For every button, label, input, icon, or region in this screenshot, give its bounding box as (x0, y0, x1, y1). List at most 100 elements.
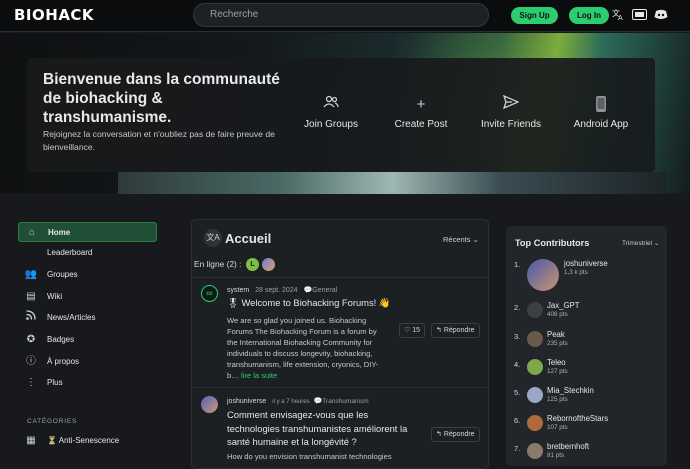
contributor-name: Mia_Stechkin (547, 386, 594, 395)
users-icon: 👥 (24, 269, 38, 280)
reply-button[interactable]: ↰ Répondre (431, 427, 480, 442)
post-category[interactable]: Transhumanism (322, 398, 368, 405)
plus-icon: + (416, 96, 426, 113)
invite-friends-label: Invite Friends (480, 119, 542, 130)
feed-title: Accueil (225, 231, 272, 246)
join-groups-button[interactable]: Join Groups (300, 95, 362, 130)
home-icon: ⌂ (28, 227, 36, 238)
hero-subtitle: Rejoignez la conversation et n'oubliez p… (43, 129, 275, 152)
contributor-row[interactable]: 5. Mia_Stechkin 125 pts (514, 386, 654, 407)
comment-icon: 💬 (303, 287, 313, 294)
categories-heading: CATÉGORIES (27, 418, 78, 425)
sidebar-item-label: Wiki (47, 292, 63, 301)
avatar[interactable]: L (246, 258, 259, 271)
rss-icon (24, 308, 38, 328)
join-groups-label: Join Groups (304, 119, 358, 130)
contributor-name: Jax_GPT (547, 301, 580, 310)
contributor-rank: 5. (514, 388, 521, 397)
reply-label: Répondre (443, 431, 475, 438)
post-date: il y a 7 heures (272, 399, 310, 405)
chevron-down-icon: ⌄ (652, 240, 660, 247)
like-button[interactable]: ♡ 15 (399, 323, 426, 338)
contributor-row[interactable]: 2. Jax_GPT 408 pts (514, 301, 654, 322)
more-icon: ⋮ (26, 377, 36, 388)
sort-dropdown[interactable]: Récents ⌄ (443, 235, 479, 244)
contributor-points: 235 pts (547, 340, 568, 347)
sidebar-item-wiki[interactable]: ▤ Wiki (18, 287, 157, 307)
sidebar-item-news[interactable]: News/Articles (18, 308, 157, 328)
sidebar-item-more[interactable]: ⋮ Plus (18, 373, 157, 393)
post-author[interactable]: joshuniverse (227, 398, 266, 405)
contributor-name: RebornoftheStars (547, 414, 609, 423)
hero-decoration (118, 172, 666, 194)
sidebar-item-badges[interactable]: ✪ Badges (18, 330, 157, 350)
avatar (527, 387, 543, 403)
divider (192, 277, 488, 278)
login-button[interactable]: Log In (569, 7, 609, 24)
android-app-label: Android App (573, 119, 629, 130)
android-app-button[interactable]: Android App (570, 95, 632, 130)
reply-label: Répondre (443, 327, 475, 334)
contributors-title: Top Contributors (515, 238, 590, 248)
post-author[interactable]: system (227, 287, 249, 294)
sidebar-item-about[interactable]: ⓘ À propos (18, 352, 157, 372)
comment-icon: 💬 (313, 398, 323, 405)
info-icon: ⓘ (26, 356, 36, 367)
contributor-points: 408 pts (547, 311, 568, 318)
post-meta: joshuniverse il y a 7 heures 💬Transhuman… (227, 397, 369, 405)
contributor-rank: 2. (514, 303, 521, 312)
post-title[interactable]: 🎖 Welcome to Biohacking Forums! 👋 (227, 296, 477, 310)
contributor-row[interactable]: 4. Teleo 127 pts (514, 358, 654, 379)
keyboard-icon[interactable] (632, 9, 647, 26)
sidebar-item-label: Badges (47, 335, 75, 344)
translate-icon[interactable]: 文A (204, 229, 222, 247)
post-title[interactable]: Comment envisagez-vous que les technolog… (227, 408, 419, 449)
post-excerpt: How do you envision transhumanist techno… (227, 452, 392, 461)
contributor-row[interactable]: 1. joshuniverse 1,3 k pts (514, 259, 654, 293)
sidebar-item-leaderboard[interactable]: Leaderboard (18, 243, 157, 263)
reply-icon: ↰ (436, 431, 442, 438)
phone-icon (570, 95, 632, 115)
contributor-name: Peak (547, 330, 565, 339)
sidebar-item-label: À propos (47, 357, 80, 366)
category-item[interactable]: ▦ ⏳ Anti-Senescence (18, 431, 157, 451)
read-more-link[interactable]: lire la suite (241, 371, 277, 380)
avatar (527, 359, 543, 375)
svg-text:A: A (618, 14, 623, 21)
contributor-row[interactable]: 7. bretbernhoft 81 pts (514, 442, 654, 463)
avatar[interactable] (262, 258, 275, 271)
contributor-points: 1,3 k pts (564, 269, 588, 276)
avatar[interactable] (201, 396, 218, 413)
translate-icon[interactable]: 文A (612, 7, 624, 27)
site-logo[interactable]: BIOHACK (14, 6, 94, 24)
system-avatar[interactable]: ∞ (201, 285, 218, 302)
period-dropdown[interactable]: Trimestriel ⌄ (622, 239, 659, 247)
create-post-label: Create Post (394, 119, 448, 130)
period-label: Trimestriel (622, 240, 653, 247)
post-body: We are so glad you joined us. Biohacking… (227, 315, 385, 381)
create-post-button[interactable]: + Create Post (390, 95, 452, 130)
contributor-row[interactable]: 3. Peak 235 pts (514, 330, 654, 351)
signup-button[interactable]: Sign Up (511, 7, 558, 24)
post-date: 28 sept. 2024 (255, 287, 298, 294)
discord-icon[interactable] (654, 9, 668, 26)
sidebar-item-label: Plus (47, 378, 63, 387)
reply-icon: ↰ (436, 327, 442, 334)
post-category[interactable]: General (312, 287, 337, 294)
category-icon: ▦ (26, 435, 36, 446)
contributor-row[interactable]: 6. RebornoftheStars 107 pts (514, 414, 654, 435)
contributor-rank: 7. (514, 444, 521, 453)
contributor-rank: 1. (514, 260, 521, 269)
sidebar-item-groupes[interactable]: 👥 Groupes (18, 265, 157, 285)
contributor-points: 107 pts (547, 424, 568, 431)
contributor-name: bretbernhoft (547, 442, 590, 451)
online-label: En ligne (2) : (194, 259, 242, 269)
search-input[interactable]: Recherche (193, 3, 489, 27)
sidebar-item-label: News/Articles (47, 313, 96, 322)
invite-friends-button[interactable]: Invite Friends (478, 94, 544, 130)
sidebar-item-home[interactable]: ⌂ Home (18, 222, 157, 242)
reply-button[interactable]: ↰ Répondre (431, 323, 480, 338)
avatar (527, 331, 543, 347)
sidebar-item-label: Leaderboard (47, 248, 93, 257)
contributor-points: 127 pts (547, 368, 568, 375)
